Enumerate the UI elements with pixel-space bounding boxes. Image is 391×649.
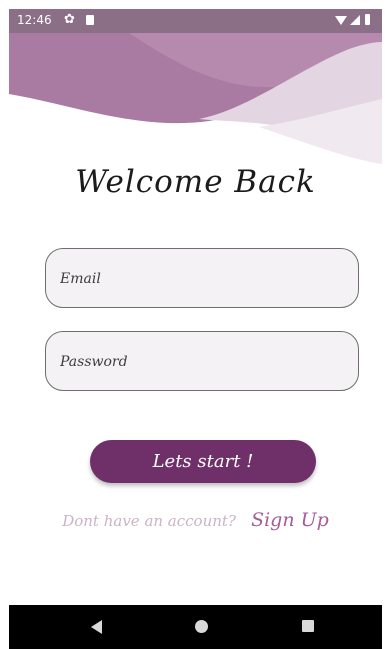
signup-link[interactable]: Sign Up <box>251 509 329 531</box>
email-input[interactable] <box>58 249 342 309</box>
password-input[interactable] <box>58 332 342 392</box>
navigation-bar <box>9 605 382 649</box>
home-icon[interactable] <box>195 620 208 633</box>
wifi-icon <box>335 16 347 25</box>
status-time: 12:46 <box>17 13 52 27</box>
status-bar: 12:46 ✿ <box>9 9 382 33</box>
sd-card-icon <box>86 15 94 25</box>
password-field[interactable] <box>45 331 359 392</box>
header-wave-decoration <box>9 9 382 164</box>
signup-row: Dont have an account? Sign Up <box>9 509 382 531</box>
gear-icon: ✿ <box>64 12 75 27</box>
start-button[interactable]: Lets start ! <box>90 440 316 483</box>
app-screen: 12:46 ✿ Welcome Back Lets start ! Dont h… <box>9 9 382 649</box>
battery-icon <box>365 14 370 25</box>
recents-icon[interactable] <box>302 620 314 632</box>
back-icon[interactable] <box>91 620 102 634</box>
email-field[interactable] <box>45 248 359 309</box>
signup-prompt: Dont have an account? <box>62 512 236 530</box>
signal-icon <box>350 15 360 25</box>
page-title: Welcome Back <box>75 164 316 200</box>
